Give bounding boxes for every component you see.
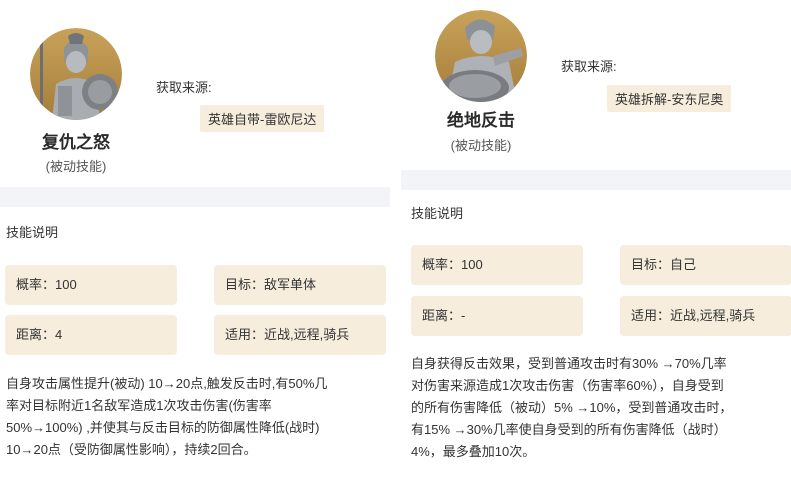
skill-type: (被动技能) bbox=[45, 159, 107, 174]
stat-applicable: 适用：近战,远程,骑兵 bbox=[620, 296, 791, 336]
stat-range: 距离：- bbox=[411, 296, 583, 336]
stat-range: 距离：4 bbox=[5, 315, 177, 355]
source-label: 获取来源: bbox=[156, 80, 212, 95]
description-line: 自身获得反击效果，受到普通攻击时有30% →70%几率 bbox=[411, 356, 727, 371]
description-line: 率对目标附近1名敌军造成1次攻击伤害(伤害率 bbox=[6, 398, 272, 413]
shield-warrior-portrait-icon bbox=[435, 10, 527, 102]
stat-target: 目标：敌军单体 bbox=[214, 265, 386, 305]
description-line: 10→20点（受防御属性影响），持续2回合。 bbox=[6, 442, 257, 457]
stat-probability: 概率：100 bbox=[5, 265, 177, 305]
skill-name: 复仇之怒 bbox=[42, 133, 110, 152]
description-line: 4%，最多叠加10次。 bbox=[411, 444, 536, 459]
section-title: 技能说明 bbox=[6, 225, 59, 240]
divider-band bbox=[401, 170, 791, 190]
source-badge: 英雄自带-雷欧尼达 bbox=[200, 105, 325, 132]
skill-name: 绝地反击 bbox=[447, 111, 515, 130]
description-line: 有15% →30%几率使自身受到的所有伤害降低（战时） bbox=[411, 422, 727, 437]
source-badge: 英雄拆解-安东尼奥 bbox=[607, 85, 732, 112]
skill-description: 自身攻击属性提升(被动) 10→20点,触发反击时,有50%几 率对目标附近1名… bbox=[6, 373, 327, 461]
section-title: 技能说明 bbox=[411, 206, 464, 221]
skill-type: (被动技能) bbox=[450, 138, 512, 153]
skill-description: 自身获得反击效果，受到普通攻击时有30% →70%几率 对伤害来源造成1次攻击伤… bbox=[411, 353, 732, 463]
description-line: 自身攻击属性提升(被动) 10→20点,触发反击时,有50%几 bbox=[6, 376, 328, 391]
skill-card-right: 绝地反击 (被动技能) 获取来源: 英雄拆解-安东尼奥 技能说明 概率：100 … bbox=[401, 0, 791, 489]
description-line: 50%→100%) ,并使其与反击目标的防御属性降低(战时) bbox=[6, 420, 320, 435]
description-line: 的所有伤害降低（被动）5% →10%，受到普通攻击时， bbox=[411, 400, 733, 415]
stat-target: 目标：自己 bbox=[620, 245, 791, 285]
stat-probability: 概率：100 bbox=[411, 245, 583, 285]
source-label: 获取来源: bbox=[561, 59, 617, 74]
skill-card-left: 复仇之怒 (被动技能) 获取来源: 英雄自带-雷欧尼达 技能说明 概率：100 … bbox=[0, 0, 390, 489]
spartan-warrior-portrait-icon bbox=[30, 28, 122, 120]
divider-band bbox=[0, 187, 390, 207]
stat-applicable: 适用：近战,远程,骑兵 bbox=[214, 315, 386, 355]
description-line: 对伤害来源造成1次攻击伤害（伤害率60%），自身受到 bbox=[411, 378, 724, 393]
